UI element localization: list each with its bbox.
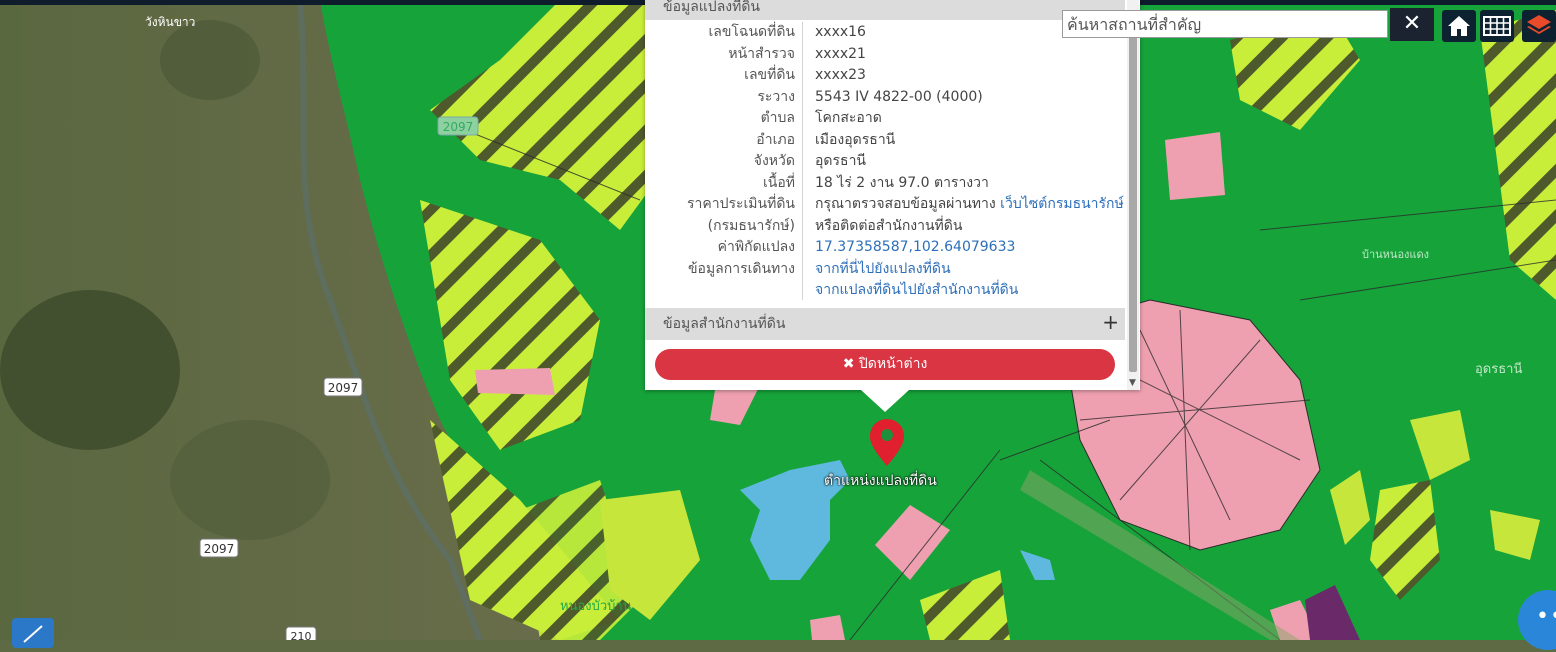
close-window-button[interactable]: ✖ ปิดหน้าต่าง: [655, 349, 1115, 380]
treasury-website-link[interactable]: เว็บไซต์กรมธนารักษ์: [1000, 196, 1124, 212]
info-row: จังหวัด อุดรธานี: [645, 151, 1125, 173]
grid-icon: [1483, 16, 1511, 36]
row-value: xxxx21: [815, 45, 866, 62]
info-row: ระวาง 5543 IV 4822-00 (4000): [645, 87, 1125, 109]
row-value: xxxx23: [815, 67, 866, 83]
row-value: โคกสะอาด: [815, 110, 882, 126]
coordinates-link[interactable]: 17.37358587,102.64079633: [815, 237, 1015, 259]
directions-to-office-link[interactable]: จากแปลงที่ดินไปยังสำนักงานที่ดิน: [815, 280, 1018, 302]
row-label: (กรมธนารักษ์): [707, 217, 795, 234]
info-row: อำเภอ เมืองอุดรธานี: [645, 130, 1125, 152]
layers-icon: [1527, 15, 1551, 34]
scrollbar-thumb[interactable]: [1129, 10, 1137, 372]
info-row: ตำบล โคกสะอาด: [645, 108, 1125, 130]
scroll-down-icon[interactable]: ▼: [1129, 378, 1136, 388]
row-value: กรุณาตรวจสอบข้อมูลผ่านทาง เว็บไซต์กรมธนา…: [815, 194, 1124, 216]
info-row: ราคาประเมินที่ดิน กรุณาตรวจสอบข้อมูลผ่านท…: [645, 194, 1125, 216]
town-label: อุดรธานี: [1475, 361, 1522, 377]
row-label: ระวาง: [757, 88, 795, 105]
row-label: ข้อมูลการเดินทาง: [687, 260, 795, 277]
svg-text:210: 210: [291, 630, 312, 640]
row-value-text: กรุณาตรวจสอบข้อมูลผ่านทาง: [815, 196, 1001, 212]
expand-plus-icon[interactable]: +: [1102, 308, 1119, 336]
row-value: 18 ไร่ 2 งาน 97.0 ตารางวา: [815, 174, 989, 191]
svg-text:2097: 2097: [328, 381, 359, 395]
home-button[interactable]: [1442, 10, 1476, 42]
info-row: จากแปลงที่ดินไปยังสำนักงานที่ดิน: [645, 280, 1125, 302]
svg-text:2097: 2097: [204, 542, 235, 556]
info-row: เลขโฉนดที่ดิน xxxx16: [645, 22, 1125, 44]
parcel-info-popup: ข้อมูลแปลงที่ดิน เลขโฉนดที่ดิน xxxx16 หน้…: [645, 0, 1140, 390]
popup-scrollbar[interactable]: ▼: [1127, 0, 1139, 390]
road-badge: 2097: [323, 377, 363, 397]
row-label: ตำบล: [760, 110, 795, 126]
dark-forest: [0, 290, 180, 450]
info-row: ค่าพิกัดแปลง 17.37358587,102.64079633: [645, 237, 1125, 259]
town-label: หนองบัวบ้าน: [560, 599, 632, 614]
road-badge: 210: [285, 626, 317, 640]
home-icon: [1448, 16, 1470, 36]
info-row: เลขที่ดิน xxxx23: [645, 65, 1125, 87]
more-dots-icon: •••: [1536, 604, 1556, 629]
row-label: เลขโฉนดที่ดิน: [708, 24, 795, 40]
road-badge: 2097: [437, 116, 479, 136]
row-label: เนื้อที่: [763, 174, 795, 191]
row-value: เมืองอุดรธานี: [815, 131, 896, 148]
row-value: อุดรธานี: [815, 153, 866, 169]
road-badge: 2097: [199, 538, 239, 558]
parcel-pin-label: ตำแหน่งแปลงที่ดิน: [824, 473, 937, 489]
row-value: หรือติดต่อสำนักงานที่ดิน: [815, 217, 963, 234]
popup-header: ข้อมูลแปลงที่ดิน: [645, 0, 1125, 20]
row-label: ค่าพิกัดแปลง: [717, 239, 795, 255]
urban-zone: [1165, 132, 1225, 200]
clear-search-button[interactable]: ✕: [1390, 8, 1434, 41]
svg-text:2097: 2097: [443, 120, 474, 134]
popup-pointer: [861, 390, 909, 412]
search-input[interactable]: [1062, 10, 1388, 38]
row-value: 5543 IV 4822-00 (4000): [815, 88, 983, 105]
measure-tool-button[interactable]: [12, 618, 54, 648]
layers-button[interactable]: [1522, 10, 1556, 42]
land-office-section-title: ข้อมูลสำนักงานที่ดิน: [663, 316, 786, 332]
town-label: วังหินขาว: [145, 15, 195, 29]
info-row: หน้าสำรวจ xxxx21: [645, 44, 1125, 66]
row-label: ราคาประเมินที่ดิน: [686, 196, 795, 212]
town-label: บ้านหนองแดง: [1362, 248, 1429, 261]
ruler-icon: [23, 625, 43, 643]
row-label: จังหวัด: [753, 153, 795, 169]
land-office-section[interactable]: ข้อมูลสำนักงานที่ดิน +: [645, 308, 1125, 340]
directions-to-parcel-link[interactable]: จากที่นี่ไปยังแปลงที่ดิน: [815, 259, 951, 281]
info-row: เนื้อที่ 18 ไร่ 2 งาน 97.0 ตารางวา: [645, 173, 1125, 195]
row-label: อำเภอ: [756, 131, 795, 148]
info-row: ข้อมูลการเดินทาง จากที่นี่ไปยังแปลงที่ดิน: [645, 259, 1125, 281]
parcel-info-table: เลขโฉนดที่ดิน xxxx16 หน้าสำรวจ xxxx21 เลขท…: [645, 22, 1125, 302]
row-label: เลขที่ดิน: [744, 67, 795, 83]
info-row: (กรมธนารักษ์) หรือติดต่อสำนักงานที่ดิน: [645, 216, 1125, 238]
urban-zone: [475, 368, 555, 395]
grid-button[interactable]: [1480, 10, 1514, 42]
row-label: หน้าสำรวจ: [728, 45, 795, 62]
search-bar: ✕: [1062, 8, 1436, 42]
dark-forest: [170, 420, 330, 540]
row-value: xxxx16: [815, 24, 866, 40]
dark-forest: [160, 20, 260, 100]
